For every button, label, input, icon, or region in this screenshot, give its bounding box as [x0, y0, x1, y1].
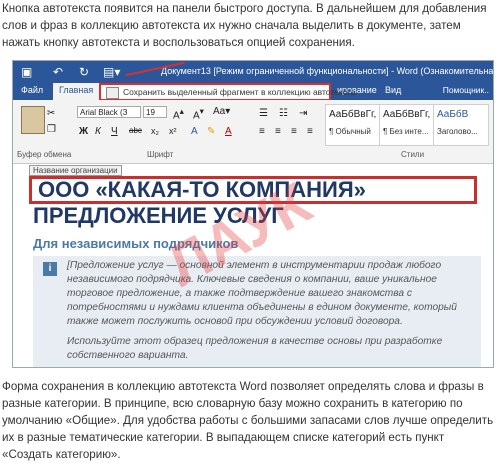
- styles-group-label: Стили: [401, 150, 425, 159]
- case-icon[interactable]: Aa▾: [213, 106, 230, 117]
- style-sample: АаБбВвГг,: [329, 109, 377, 120]
- style-no-spacing[interactable]: АаБбВвГг, ¶ Без инте...: [379, 104, 437, 146]
- align-left-icon[interactable]: ≡: [259, 126, 265, 137]
- align-right-icon[interactable]: ≡: [291, 126, 297, 137]
- tab-file[interactable]: Файл: [21, 85, 43, 95]
- info-icon: i: [43, 262, 57, 276]
- org-name-tag[interactable]: Название организации: [29, 165, 122, 176]
- bullets-icon[interactable]: ☰: [259, 108, 268, 119]
- italic-button[interactable]: К: [95, 126, 101, 137]
- copy-icon[interactable]: ❐: [47, 124, 56, 135]
- note-text: [Предложение услуг — основной элемент в …: [67, 259, 473, 363]
- save-icon[interactable]: ▣: [21, 64, 32, 80]
- note-box: i [Предложение услуг — основной элемент …: [33, 256, 481, 367]
- word-screenshot: ▣ ↶ ↻ ▤▾ Документ13 [Режим ограниченной …: [12, 60, 494, 368]
- clipboard-group-label: Буфер обмена: [17, 150, 72, 159]
- text-effects-icon[interactable]: A: [191, 126, 198, 137]
- numbering-icon[interactable]: ☷: [279, 108, 288, 119]
- ribbon: ✂ ❐ Arial Black (З 19 A▴ A▾ Aa▾ Ж К Ч ab…: [13, 100, 493, 164]
- window-title: Документ13 [Режим ограниченной функциона…: [161, 66, 494, 76]
- company-name-field[interactable]: ООО «КАКАЯ-ТО КОМПАНИЯ»: [29, 176, 477, 204]
- shrink-font-icon[interactable]: A▾: [193, 106, 204, 121]
- undo-icon[interactable]: ↶: [53, 64, 63, 80]
- font-color-icon[interactable]: A: [225, 126, 232, 137]
- align-center-icon[interactable]: ≡: [275, 126, 281, 137]
- style-normal[interactable]: АаБбВвГг, ¶ Обычный: [325, 104, 383, 146]
- autotext-icon: [106, 87, 119, 99]
- note-paragraph-2: Используйте этот образец предложения в к…: [67, 336, 443, 361]
- paste-icon[interactable]: [21, 106, 45, 134]
- style-label: Заголово...: [437, 127, 478, 136]
- grow-font-icon[interactable]: A▴: [173, 106, 184, 121]
- autotext-save-tooltip[interactable]: Сохранить выделенный фрагмент в коллекци…: [99, 83, 355, 101]
- justify-icon[interactable]: ≡: [307, 126, 313, 137]
- redo-icon[interactable]: ↻: [79, 64, 89, 80]
- style-label: ¶ Обычный: [329, 127, 371, 136]
- underline-button[interactable]: Ч: [111, 126, 118, 137]
- strike-button[interactable]: abc: [129, 126, 142, 135]
- superscript-button[interactable]: x²: [169, 126, 177, 136]
- highlight-icon[interactable]: ✎: [207, 126, 215, 137]
- document-page: Название организации ООО «КАКАЯ-ТО КОМПА…: [13, 164, 493, 367]
- tooltip-label: Сохранить выделенный фрагмент в коллекци…: [123, 87, 356, 97]
- tab-view[interactable]: Вид: [385, 85, 401, 95]
- note-paragraph-1: [Предложение услуг — основной элемент в …: [67, 260, 457, 327]
- style-sample: АаБбВ: [437, 109, 469, 120]
- document-title: ПРЕДЛОЖЕНИЕ УСЛУГ: [33, 203, 284, 228]
- font-size-select[interactable]: 19: [143, 106, 167, 118]
- style-sample: АаБбВвГг,: [383, 109, 431, 120]
- help-search[interactable]: Помощник..: [443, 85, 489, 95]
- font-group-label: Шрифт: [147, 150, 174, 159]
- subscript-button[interactable]: x₂: [151, 126, 159, 136]
- style-label: ¶ Без инте...: [383, 127, 429, 136]
- bold-button[interactable]: Ж: [79, 126, 88, 137]
- article-intro: Кнопка автотекста появится на панели быс…: [2, 2, 487, 49]
- autotext-quick-access-icon[interactable]: ▤▾: [103, 64, 120, 80]
- title-bar: ▣ ↶ ↻ ▤▾ Документ13 [Режим ограниченной …: [13, 61, 493, 83]
- document-subheading: Для независимых подрядчиков: [33, 236, 239, 251]
- cut-icon[interactable]: ✂: [47, 108, 55, 119]
- font-name-select[interactable]: Arial Black (З: [77, 106, 141, 118]
- tab-home[interactable]: Главная: [53, 83, 100, 100]
- style-heading[interactable]: АаБбВ Заголово...: [433, 104, 489, 146]
- article-outro: Форма сохранения в коллекцию автотекста …: [2, 380, 494, 461]
- indent-icon[interactable]: ⇥: [299, 108, 307, 119]
